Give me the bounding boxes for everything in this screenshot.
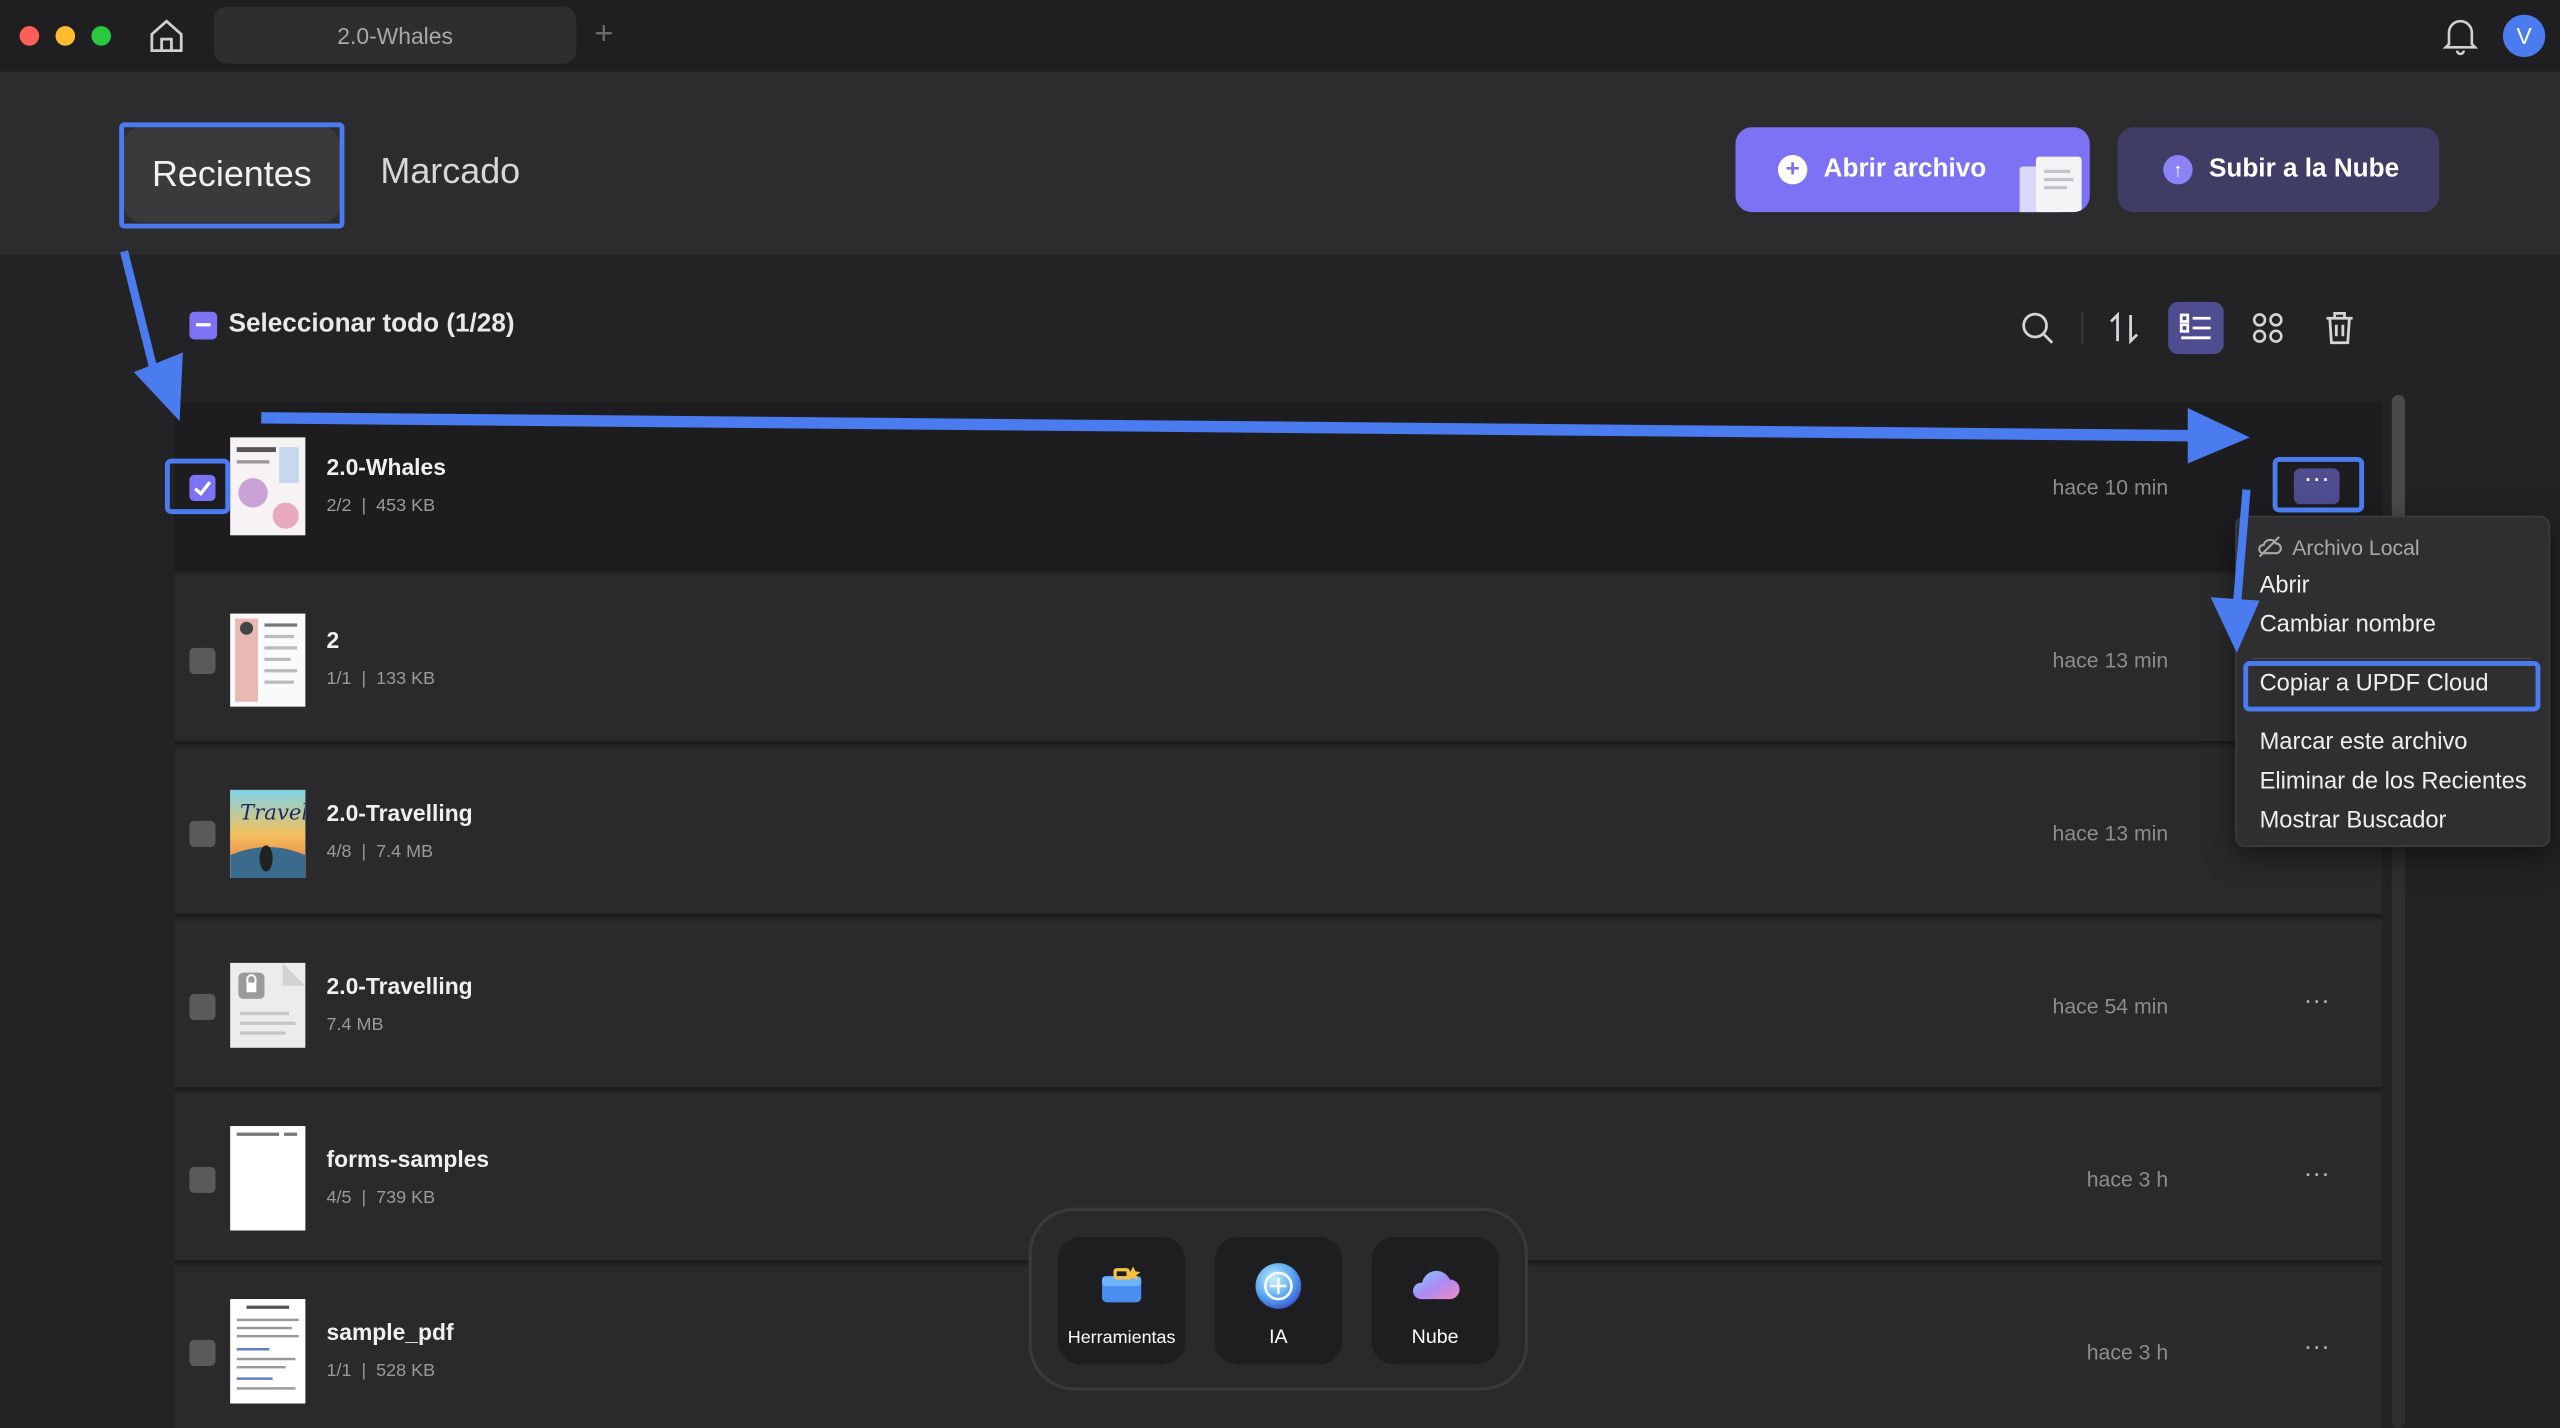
cloud-icon <box>1413 1270 1460 1300</box>
arrow-right <box>261 412 2201 442</box>
bottom-dock: Herramientas IA Nube <box>1028 1207 1529 1391</box>
arrow-down-menu <box>2232 489 2251 608</box>
dock-ai-label: IA <box>1269 1325 1288 1349</box>
arrow-head-right <box>2187 408 2250 464</box>
toolbox-icon <box>1102 1266 1142 1303</box>
ai-sphere-icon <box>1255 1263 1302 1309</box>
dock-cloud-button[interactable]: Nube <box>1371 1237 1499 1365</box>
arrow-head-down-menu <box>2210 597 2260 653</box>
dock-tools-label: Herramientas <box>1067 1328 1176 1349</box>
arrow-down-left <box>120 250 161 383</box>
dock-cloud-label: Nube <box>1411 1325 1459 1349</box>
arrow-head-down-left <box>133 352 183 422</box>
dock-tools-button[interactable]: Herramientas <box>1057 1237 1186 1365</box>
dock-ai-button[interactable]: IA <box>1214 1237 1343 1365</box>
